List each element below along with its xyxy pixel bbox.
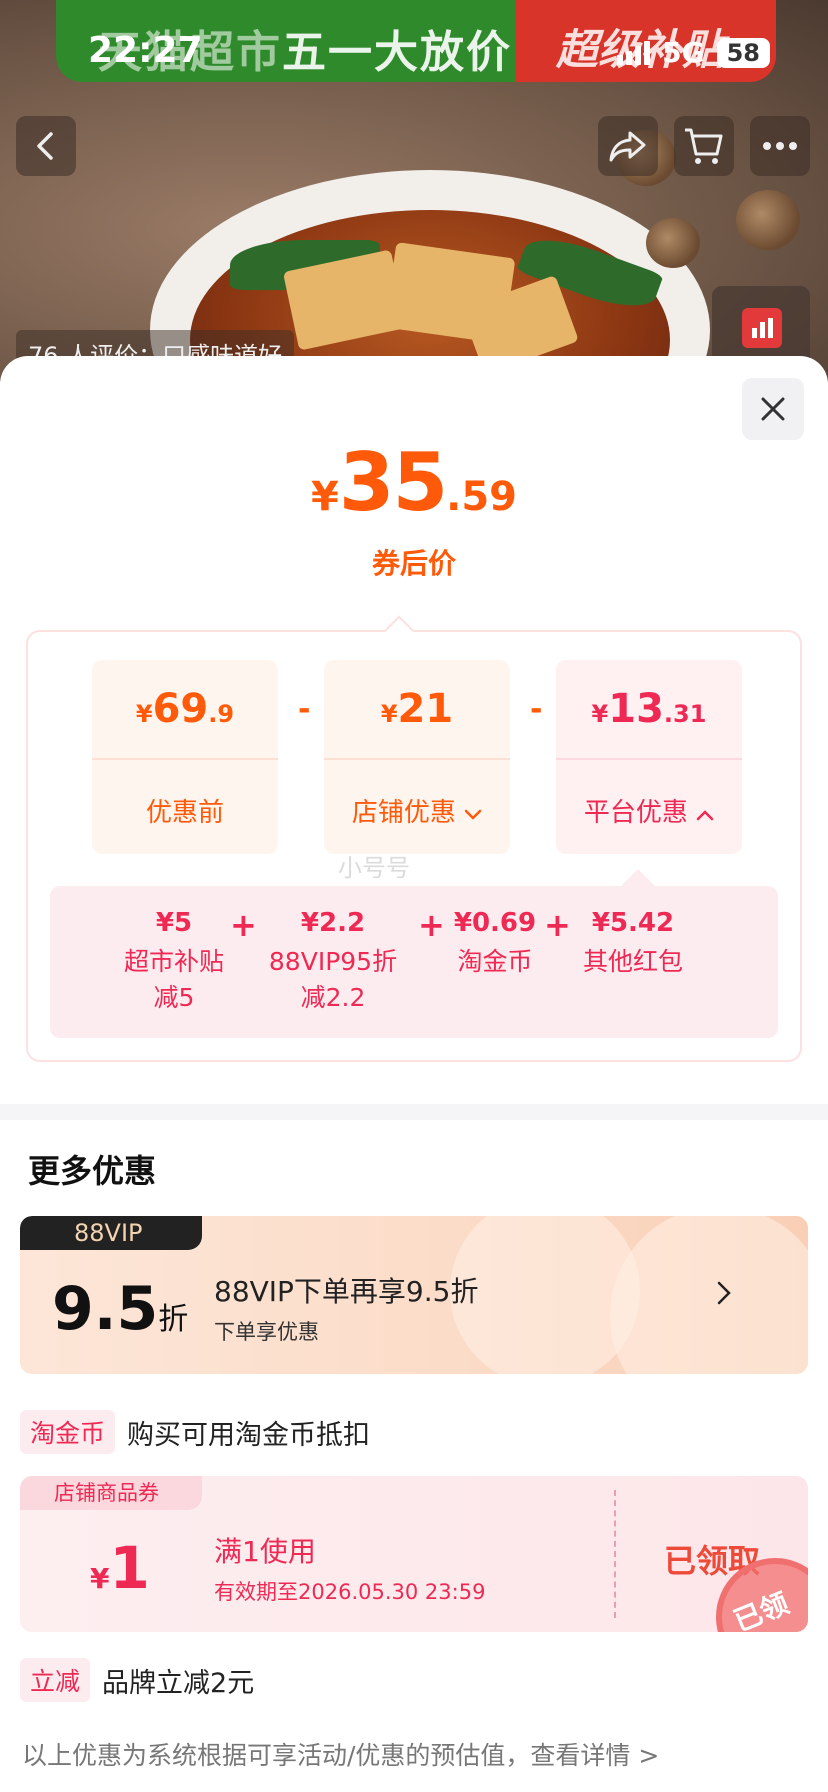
product-image-area: 天猫超市五一大放价 超级补贴 22:27 5G 58 76 人评价：口感味道好	[0, 0, 828, 380]
subsidy-name-2: 减2.2	[300, 983, 366, 1012]
taojinbi-chip: 淘金币	[20, 1410, 116, 1454]
original-decimal: .9	[208, 700, 235, 728]
watermark: 小号号	[338, 854, 410, 882]
subsidy-name-2: 减5	[153, 983, 195, 1012]
price-caption: 券后价	[371, 547, 456, 580]
price-chart-button[interactable]	[712, 286, 810, 366]
plus-sign: +	[418, 906, 445, 944]
chevron-left-icon	[37, 132, 53, 160]
coupon-amount: ¥1	[90, 1534, 150, 1602]
vip-discount-unit: 折	[158, 1302, 189, 1337]
platform-discount-label: 平台优惠	[583, 798, 688, 828]
signal-icon	[617, 40, 651, 65]
coupon-value: 1	[109, 1534, 150, 1602]
close-icon	[761, 397, 785, 421]
original-currency: ¥	[135, 700, 153, 728]
vip-discount-rate: 9.5折	[52, 1274, 188, 1344]
estimate-note-link[interactable]: 以上优惠为系统根据可享活动/优惠的预估值，查看详情 >	[22, 1736, 659, 1772]
share-icon	[609, 131, 646, 162]
plus-sign: +	[230, 906, 257, 944]
plus-sign: +	[544, 906, 571, 944]
platform-integer: 13	[608, 686, 664, 732]
minus-sign: -	[530, 692, 543, 727]
subsidy-item: ¥5.42 其他红包	[574, 908, 692, 980]
subsidy-item: ¥0.69 淘金币	[446, 908, 544, 980]
subsidy-pointer	[621, 869, 655, 903]
vip-discount-number: 9.5	[52, 1274, 159, 1344]
instant-discount-row: 立减 品牌立减2元	[20, 1658, 254, 1702]
bar-chart-icon	[742, 308, 782, 348]
subsidy-item: ¥5 超市补贴 减5	[104, 908, 244, 1016]
original-price-label: 优惠前	[145, 798, 224, 828]
cart-button[interactable]	[674, 116, 734, 176]
chevron-right-icon	[717, 1281, 731, 1305]
price-breakdown: ¥69.9 优惠前 - ¥21 店铺优惠 - ¥13.31 平台优惠 小号号 ¥…	[26, 615, 802, 1062]
coupon-expiry: 有效期至2026.05.30 23:59	[214, 1580, 486, 1604]
shop-currency: ¥	[380, 700, 398, 728]
subsidy-name: 88VIP95折	[268, 947, 398, 976]
minus-sign: -	[298, 692, 311, 727]
platform-currency: ¥	[591, 700, 609, 728]
status-indicators: 5G 58	[617, 36, 770, 69]
back-button[interactable]	[16, 116, 76, 176]
platform-decimal: .31	[663, 700, 707, 728]
discount-detail-sheet: ¥35.59 券后价 ¥69.9 优惠前 - ¥21 店铺优惠 - ¥13.31…	[0, 356, 828, 1792]
coupon-condition: 满1使用	[214, 1535, 316, 1568]
shop-discount-card[interactable]: ¥21 店铺优惠	[324, 660, 510, 854]
cart-icon	[685, 128, 723, 164]
banner-text-bold: 五一大放价	[282, 27, 512, 78]
coupon-currency: ¥	[90, 1562, 110, 1595]
vip-discount-card[interactable]: 88VIP 9.5折 88VIP下单再享9.5折 下单享优惠	[20, 1216, 808, 1374]
final-price: ¥35.59	[0, 436, 828, 529]
price-integer: 35	[338, 436, 448, 529]
subsidy-amount: ¥2.2	[300, 908, 366, 938]
price-decimal: .59	[446, 474, 518, 520]
breakdown-pointer	[383, 615, 415, 647]
platform-discount-card[interactable]: ¥13.31 平台优惠	[556, 660, 742, 854]
instant-discount-text: 品牌立减2元	[102, 1667, 255, 1699]
subsidy-amount: ¥5.42	[591, 908, 675, 938]
platform-subsidy-details: ¥5 超市补贴 减5 + ¥2.2 88VIP95折 减2.2 + ¥0.69 …	[50, 869, 778, 1038]
more-dots-icon	[763, 142, 797, 150]
original-integer: 69	[152, 686, 209, 732]
more-discounts-title: 更多优惠	[28, 1152, 157, 1190]
shop-coupon-card[interactable]: 店铺商品券 ¥1 满1使用 有效期至2026.05.30 23:59 已领取 已…	[20, 1476, 808, 1632]
subsidy-name: 超市补贴	[123, 947, 224, 976]
subsidy-name: 淘金币	[457, 947, 533, 976]
chevron-up-icon	[696, 810, 714, 821]
subsidy-item: ¥2.2 88VIP95折 减2.2	[258, 908, 408, 1016]
share-button[interactable]	[598, 116, 658, 176]
vip-tag: 88VIP	[20, 1216, 202, 1250]
instant-discount-chip: 立减	[20, 1658, 91, 1702]
platform-discount-toggle[interactable]: 平台优惠	[556, 792, 742, 829]
subsidy-amount: ¥5	[155, 908, 193, 938]
price-currency: ¥	[310, 474, 339, 520]
subsidy-amount: ¥0.69	[453, 908, 537, 938]
original-price-card: ¥69.9 优惠前	[92, 660, 278, 854]
snail-image	[646, 218, 700, 268]
vip-title: 88VIP下单再享9.5折	[214, 1275, 479, 1308]
battery-icon: 58	[716, 37, 770, 68]
subsidy-name: 其他红包	[582, 947, 683, 976]
shop-discount-label: 店铺优惠	[351, 798, 456, 828]
more-button[interactable]	[750, 116, 810, 176]
taojinbi-row: 淘金币 购买可用淘金币抵扣	[20, 1410, 370, 1454]
vip-description: 下单享优惠	[214, 1320, 319, 1344]
taojinbi-text: 购买可用淘金币抵扣	[127, 1419, 371, 1451]
close-button[interactable]	[742, 378, 804, 440]
coupon-tag: 店铺商品券	[20, 1476, 202, 1510]
snail-image	[736, 190, 800, 250]
network-label: 5G	[662, 36, 705, 69]
coupon-separator	[614, 1490, 616, 1618]
shop-integer: 21	[397, 686, 454, 732]
section-divider	[0, 1104, 828, 1120]
chevron-down-icon	[464, 809, 482, 820]
status-time: 22:27	[88, 30, 203, 71]
shop-discount-toggle[interactable]: 店铺优惠	[324, 792, 510, 829]
